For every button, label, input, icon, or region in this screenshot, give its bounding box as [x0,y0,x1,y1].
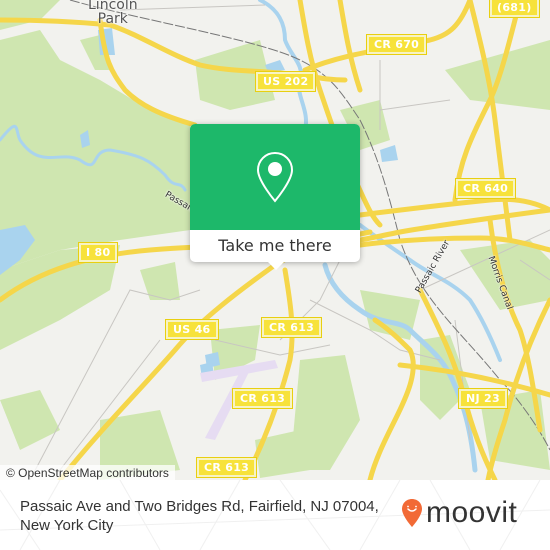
place-label-lincoln-park: Lincoln Park [88,0,138,26]
road-shield-us-46: US 46 [165,319,219,340]
road-shield-cr-681: (681) [489,0,540,18]
address-text: Passaic Ave and Two Bridges Rd, Fairfiel… [20,498,379,534]
road-shield-nj-23: NJ 23 [458,388,508,409]
map-attribution[interactable]: © OpenStreetMap contributors [0,465,175,480]
road-shield-us-202: US 202 [254,71,317,92]
road-shield-cr-613: CR 613 [231,388,294,409]
road-shield-cr-670: CR 670 [365,34,428,55]
moovit-pin-icon [402,499,422,527]
road-shield-cr-640: CR 640 [454,178,517,199]
footer: Passaic Ave and Two Bridges Rd, Fairfiel… [0,480,550,550]
place-label-text: Lincoln Park [88,0,138,27]
road-shield-i-80: I 80 [77,242,119,263]
popup-header [190,124,360,230]
moovit-logo[interactable]: moovit [401,498,517,528]
road-shield-cr-613: CR 613 [260,317,323,338]
location-popup: Take me there [190,124,360,270]
map-pin-icon [256,151,294,203]
moovit-wordmark: moovit [426,496,518,529]
road-shield-cr-613: CR 613 [195,457,258,478]
take-me-there-button[interactable]: Take me there [190,230,360,262]
popup-tail [267,261,285,270]
